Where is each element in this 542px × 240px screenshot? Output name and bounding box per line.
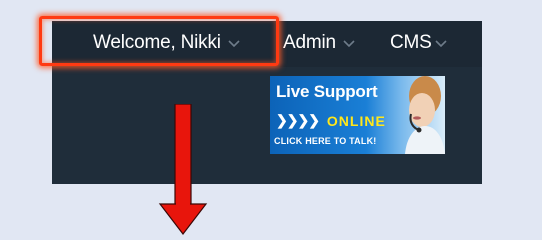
arrows-icon: ❯❯❯❯ [276, 112, 320, 128]
live-support-banner[interactable]: Live Support ❯❯❯❯ ONLINE CLICK HERE TO T… [270, 76, 445, 154]
highlight-box [39, 16, 279, 66]
cms-menu-label: CMS [390, 32, 432, 53]
online-status: ❯❯❯❯ ONLINE [276, 112, 386, 129]
click-to-talk-text: CLICK HERE TO TALK! [274, 136, 377, 146]
chevron-down-icon [434, 36, 448, 50]
down-arrow-icon [158, 104, 208, 235]
admin-menu[interactable]: Admin [283, 32, 356, 54]
live-support-title: Live Support [276, 82, 378, 101]
chevron-down-icon [342, 36, 356, 50]
online-status-text: ONLINE [326, 112, 386, 129]
support-agent-image [405, 76, 445, 154]
cms-menu[interactable]: CMS [390, 32, 448, 54]
admin-menu-label: Admin [283, 32, 336, 53]
screenshot-stage: Welcome, Nikki Admin CMS Live Support ❯❯… [0, 0, 542, 240]
